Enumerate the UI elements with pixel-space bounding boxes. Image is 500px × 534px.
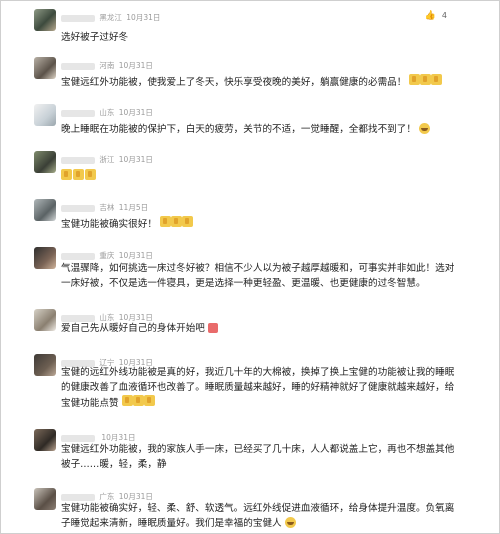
region: 重庆 (99, 251, 115, 260)
region: 山东 (99, 108, 115, 117)
thumbs-up-emoji (73, 169, 84, 180)
thumbs-up-emoji (121, 395, 133, 406)
username-placeholder[interactable] (61, 156, 95, 164)
comment-date: 10月31日 (118, 61, 153, 70)
username-placeholder[interactable] (61, 62, 95, 70)
comment-text: 选好被子过好冬 (61, 32, 129, 43)
region: 浙江 (99, 155, 115, 164)
comment-meta: 山东 10月31日 (61, 107, 153, 118)
comment-date: 11月5日 (118, 203, 149, 212)
comment-date: 10月31日 (101, 433, 136, 442)
comment-text: 宝健远红外功能被，我的家族人手一床，已经买了几十床，人人都说盖上它，再也不想盖其… (61, 444, 455, 470)
username-placeholder[interactable] (61, 434, 95, 442)
thumbs-up-emoji (171, 216, 182, 227)
thumb-up-icon: 👍 (424, 11, 437, 21)
comment-meta: 10月31日 (61, 432, 135, 443)
comment-text: 气温骤降，如何挑选一床过冬好被？相信不少人以为被子越厚越暖和，可事实并非如此！选… (61, 263, 455, 289)
avatar[interactable] (34, 429, 56, 451)
comment-meta: 黑龙江 10月31日 (61, 12, 160, 23)
thumbs-up-emoji (143, 395, 155, 406)
comment-date: 10月31日 (118, 251, 153, 260)
comment-text-body: 晚上睡眠在功能被的保护下，白天的疲劳，关节的不适，一觉睡醒，全都找不到了！ (61, 124, 416, 135)
comment-list: 黑龙江 10月31日 👍 4 选好被子过好冬 河南 10月31日 宝健远红外功能… (0, 0, 500, 534)
avatar[interactable] (34, 488, 56, 510)
comment-meta: 重庆 10月31日 (61, 250, 153, 261)
region: 吉林 (99, 203, 115, 212)
username-placeholder[interactable] (61, 14, 95, 22)
comment-text: 宝健功能被确实好，轻、柔、舒、软透气。远红外线促进血液循环，给身体提升温度。负氧… (61, 502, 459, 531)
comment-meta: 浙江 10月31日 (61, 154, 153, 165)
grin-emoji (284, 516, 296, 528)
avatar[interactable] (34, 199, 56, 221)
like-count: 4 (441, 11, 447, 20)
thumbs-up-emoji (431, 74, 443, 85)
thumbs-up-emoji (182, 216, 193, 227)
region: 黑龙江 (99, 13, 122, 22)
avatar[interactable] (34, 9, 56, 31)
thumbs-up-emoji (85, 169, 96, 180)
comment-date: 10月31日 (126, 13, 161, 22)
comment-date: 10月31日 (118, 492, 153, 501)
grin-emoji (419, 123, 431, 134)
username-placeholder[interactable] (61, 109, 95, 117)
comment-date: 10月31日 (118, 155, 153, 164)
region: 山东 (99, 313, 115, 322)
avatar[interactable] (34, 247, 56, 269)
region: 河南 (99, 61, 115, 70)
avatar[interactable] (34, 151, 56, 173)
thumbs-up-emoji (409, 74, 421, 85)
thumbs-up-emoji (420, 74, 432, 85)
username-placeholder[interactable] (61, 252, 95, 260)
like-button[interactable]: 👍 4 (425, 11, 447, 21)
comment-text-body: 宝健的远红外线功能被是真的好，我近几十年的大棉被，换掉了换上宝健的功能被让我的睡… (61, 367, 455, 409)
avatar[interactable] (34, 354, 56, 376)
comment-date: 10月31日 (118, 313, 153, 322)
thumbs-up-emoji (160, 216, 171, 227)
avatar[interactable] (34, 104, 56, 126)
comment-text-body: 宝健远红外功能被，使我爱上了冬天，快乐享受夜晚的美好，躺赢健康的必需品！ (61, 77, 407, 88)
comment-meta: 吉林 11月5日 (61, 202, 148, 213)
username-placeholder[interactable] (61, 204, 95, 212)
comment-text: 爱自己先从暖好自己的身体开始吧 (61, 322, 481, 337)
avatar[interactable] (34, 57, 56, 79)
comment-text-body: 宝健功能被确实好，轻、柔、舒、软透气。远红外线促进血液循环，给身体提升温度。负氧… (61, 503, 455, 529)
comment-text: 宝健功能被确实很好！ (61, 216, 481, 233)
comment-meta: 河南 10月31日 (61, 60, 153, 71)
comment-text-body: 宝健功能被确实很好！ (61, 219, 157, 230)
username-placeholder[interactable] (61, 314, 95, 322)
thumbs-up-emoji (132, 395, 144, 406)
comment-text: 宝健远红外功能被，使我爱上了冬天，快乐享受夜晚的美好，躺赢健康的必需品！ (61, 74, 481, 91)
emoji-row (61, 169, 96, 180)
thumbs-up-emoji (61, 169, 72, 180)
comment-date: 10月31日 (118, 108, 153, 117)
comment-text: 晚上睡眠在功能被的保护下，白天的疲劳，关节的不适，一觉睡醒，全都找不到了！ (61, 123, 481, 138)
comment-text-body: 爱自己先从暖好自己的身体开始吧 (61, 323, 205, 334)
heart-emoji (207, 323, 218, 333)
comment-text: 宝健的远红外线功能被是真的好，我近几十年的大棉被，换掉了换上宝健的功能被让我的睡… (61, 366, 459, 412)
region: 广东 (99, 492, 115, 501)
avatar[interactable] (34, 309, 56, 331)
username-placeholder[interactable] (61, 493, 95, 501)
comment-meta: 广东 10月31日 (61, 491, 153, 502)
